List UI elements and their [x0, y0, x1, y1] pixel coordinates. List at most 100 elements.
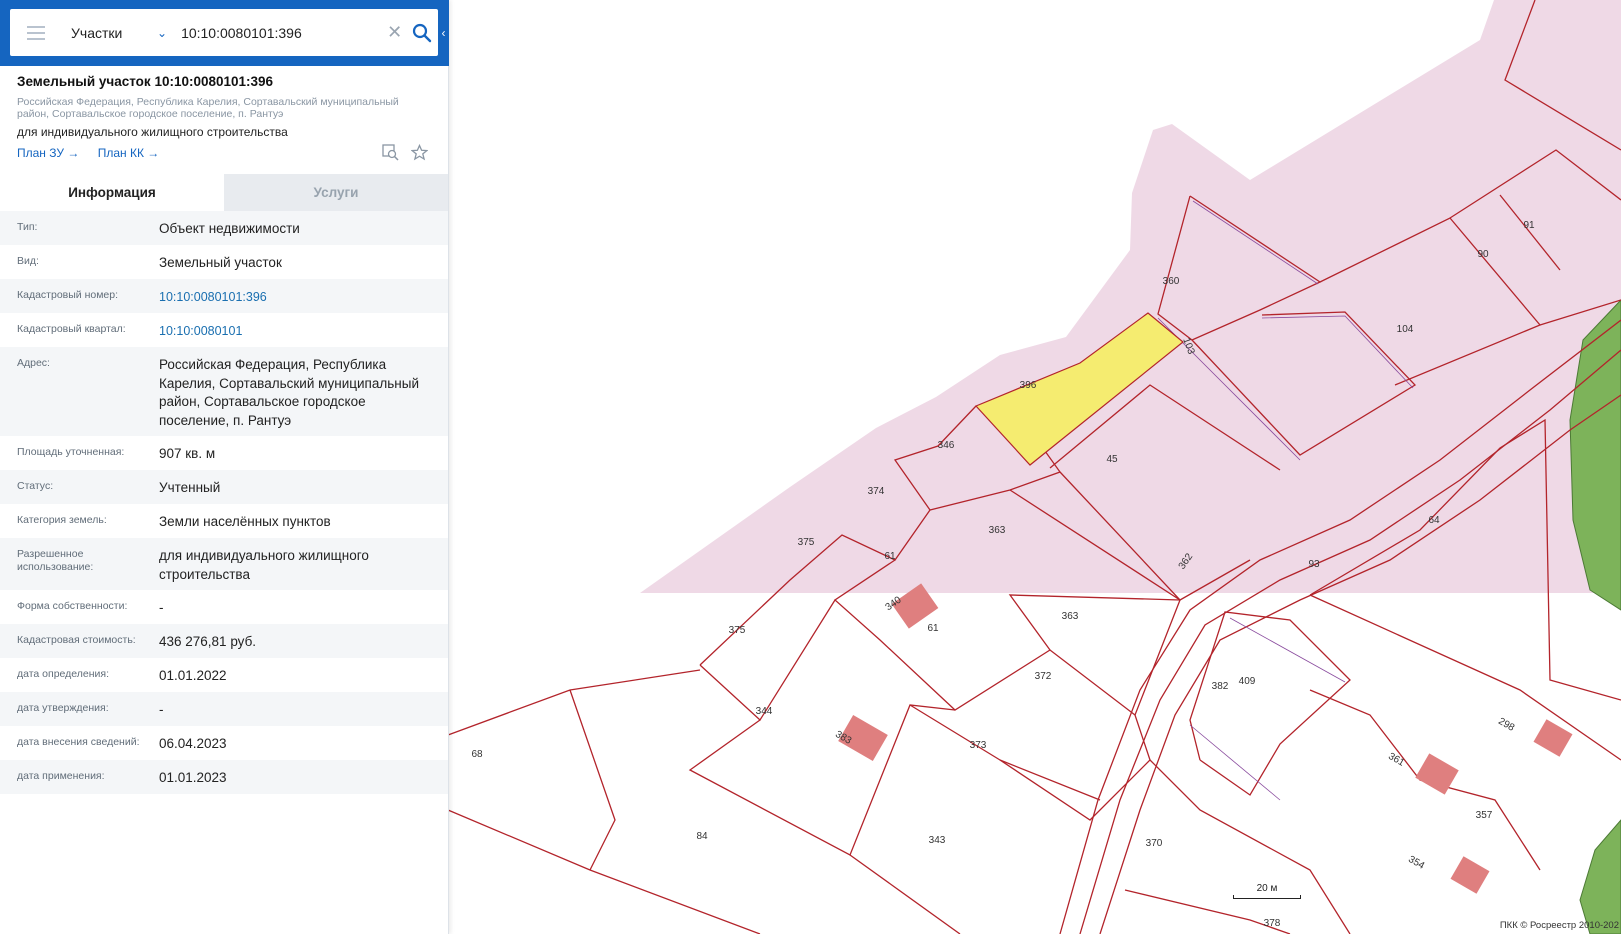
layer-select[interactable]: Участки	[71, 25, 151, 41]
info-panel: Участки ⌄ ✕ ‹ Земельный участок 10:10:00…	[0, 0, 449, 934]
row-label: Площадь уточненная:	[17, 446, 125, 458]
plan-zu-link[interactable]: План ЗУ →	[17, 146, 79, 160]
header-actions	[382, 143, 429, 166]
parcel-label: 361	[1386, 751, 1406, 769]
row-label: дата применения:	[17, 770, 105, 782]
row-value: 907 кв. м	[159, 446, 216, 461]
object-use: для индивидуального жилищного строительс…	[17, 125, 288, 139]
parcel-label: 375	[798, 537, 815, 548]
row-value: Земельный участок	[159, 255, 282, 270]
parcel-label: 360	[1163, 276, 1180, 287]
parcel-label: 396	[1020, 380, 1037, 391]
row-value: Объект недвижимости	[159, 221, 300, 236]
star-icon[interactable]	[410, 143, 429, 166]
info-row-kind: Вид: Земельный участок	[0, 245, 448, 279]
info-row-cadastral-value: Кадастровая стоимость: 436 276,81 руб.	[0, 624, 448, 658]
info-row-ownership: Форма собственности: -	[0, 590, 448, 624]
info-row-land-category: Категория земель: Земли населённых пункт…	[0, 504, 448, 538]
row-label: дата утверждения:	[17, 702, 109, 714]
map-copyright: ПКК © Росреестр 2010-202	[1499, 920, 1619, 931]
info-row-date-entered: дата внесения сведений: 06.04.2023	[0, 726, 448, 760]
map-scale: 20 м	[1233, 883, 1301, 899]
tab-information[interactable]: Информация	[0, 174, 224, 211]
info-row-status: Статус: Учтенный	[0, 470, 448, 504]
parcel-label: 104	[1397, 324, 1414, 335]
row-label: Разрешенное использование:	[17, 548, 94, 573]
row-value: -	[159, 600, 164, 615]
info-row-date-approved: дата утверждения: -	[0, 692, 448, 726]
row-value: для индивидуального жилищного строительс…	[159, 548, 369, 582]
info-row-date-determined: дата определения: 01.01.2022	[0, 658, 448, 692]
row-value: Российская Федерация, Республика Карелия…	[159, 357, 419, 428]
search-input[interactable]	[181, 24, 382, 41]
row-value: 06.04.2023	[159, 736, 227, 751]
row-label: Статус:	[17, 480, 54, 492]
parcel-label: 382	[1212, 681, 1229, 692]
parcel-label: 363	[1062, 611, 1079, 622]
row-value: Учтенный	[159, 480, 221, 495]
object-title: Земельный участок 10:10:0080101:396	[17, 74, 274, 89]
row-label: Вид:	[17, 255, 39, 267]
parcel-label: 343	[929, 835, 946, 846]
row-value: Земли населённых пунктов	[159, 514, 331, 529]
parcel-label: 346	[938, 440, 955, 451]
row-label: Категория земель:	[17, 514, 107, 526]
parcel-label: 61	[884, 551, 896, 562]
info-table: Тип: Объект недвижимости Вид: Земельный …	[0, 211, 448, 794]
parcel-label: 344	[756, 706, 773, 717]
parcel-label: 45	[1106, 454, 1118, 465]
info-row-permitted-use: Разрешенное использование: для индивидуа…	[0, 538, 448, 590]
parcel-label: 298	[1496, 716, 1516, 734]
parcel-label: 370	[1146, 838, 1163, 849]
row-label: Кадастровая стоимость:	[17, 634, 136, 646]
parcel-label: 93	[1308, 559, 1320, 570]
parcel-label: 372	[1035, 671, 1052, 682]
parcel-label: 409	[1239, 676, 1256, 687]
parcel-label: 373	[970, 740, 987, 751]
chevron-down-icon[interactable]: ⌄	[157, 26, 167, 40]
parcel-label: 374	[868, 486, 885, 497]
forest-area	[1579, 819, 1621, 934]
building-298[interactable]	[1533, 719, 1573, 757]
info-row-cadastral-number: Кадастровый номер: 10:10:0080101:396	[0, 279, 448, 313]
info-row-type: Тип: Объект недвижимости	[0, 211, 448, 245]
row-label: Адрес:	[17, 357, 50, 369]
plan-links: План ЗУ → План КК →	[17, 146, 431, 160]
tab-services[interactable]: Услуги	[224, 174, 448, 211]
info-row-cadastral-quarter: Кадастровый квартал: 10:10:0080101	[0, 313, 448, 347]
row-label: Кадастровый номер:	[17, 289, 119, 301]
info-row-date-applied: дата применения: 01.01.2023	[0, 760, 448, 794]
parcel-label: 90	[1477, 249, 1489, 260]
zoom-to-object-icon[interactable]	[382, 144, 399, 166]
parcel-label: 64	[1428, 515, 1440, 526]
row-value: -	[159, 702, 164, 717]
plan-kk-link[interactable]: План КК →	[98, 146, 160, 160]
menu-icon[interactable]	[27, 25, 45, 40]
info-row-area: Площадь уточненная: 907 кв. м	[0, 436, 448, 470]
parcel-label: 354	[1406, 854, 1426, 872]
row-label: Тип:	[17, 221, 38, 233]
row-label: дата внесения сведений:	[17, 736, 140, 748]
search-box: Участки ⌄ ✕	[10, 9, 438, 56]
row-value: 01.01.2022	[159, 668, 227, 683]
search-bar: Участки ⌄ ✕ ‹	[0, 0, 449, 66]
row-label: Кадастровый квартал:	[17, 323, 126, 335]
search-icon[interactable]	[412, 23, 432, 43]
parcel-label: 84	[696, 831, 708, 842]
cadastral-quarter-link[interactable]: 10:10:0080101	[159, 313, 431, 341]
parcel-label: 378	[1264, 918, 1281, 929]
row-label: Форма собственности:	[17, 600, 128, 612]
scale-bar	[1233, 895, 1301, 899]
scale-label: 20 м	[1256, 883, 1278, 894]
parcel-label: 61	[927, 623, 939, 634]
collapse-panel-button[interactable]: ‹	[438, 0, 449, 66]
cadastral-number-link[interactable]: 10:10:0080101:396	[159, 279, 431, 307]
row-value: 01.01.2023	[159, 770, 227, 785]
tabs: Информация Услуги	[0, 174, 448, 211]
close-icon[interactable]: ✕	[387, 22, 402, 43]
parcel-label: 357	[1476, 810, 1493, 821]
row-label: дата определения:	[17, 668, 110, 680]
parcel-label: 91	[1523, 220, 1535, 231]
building-354[interactable]	[1450, 856, 1490, 894]
parcel-label: 363	[989, 525, 1006, 536]
